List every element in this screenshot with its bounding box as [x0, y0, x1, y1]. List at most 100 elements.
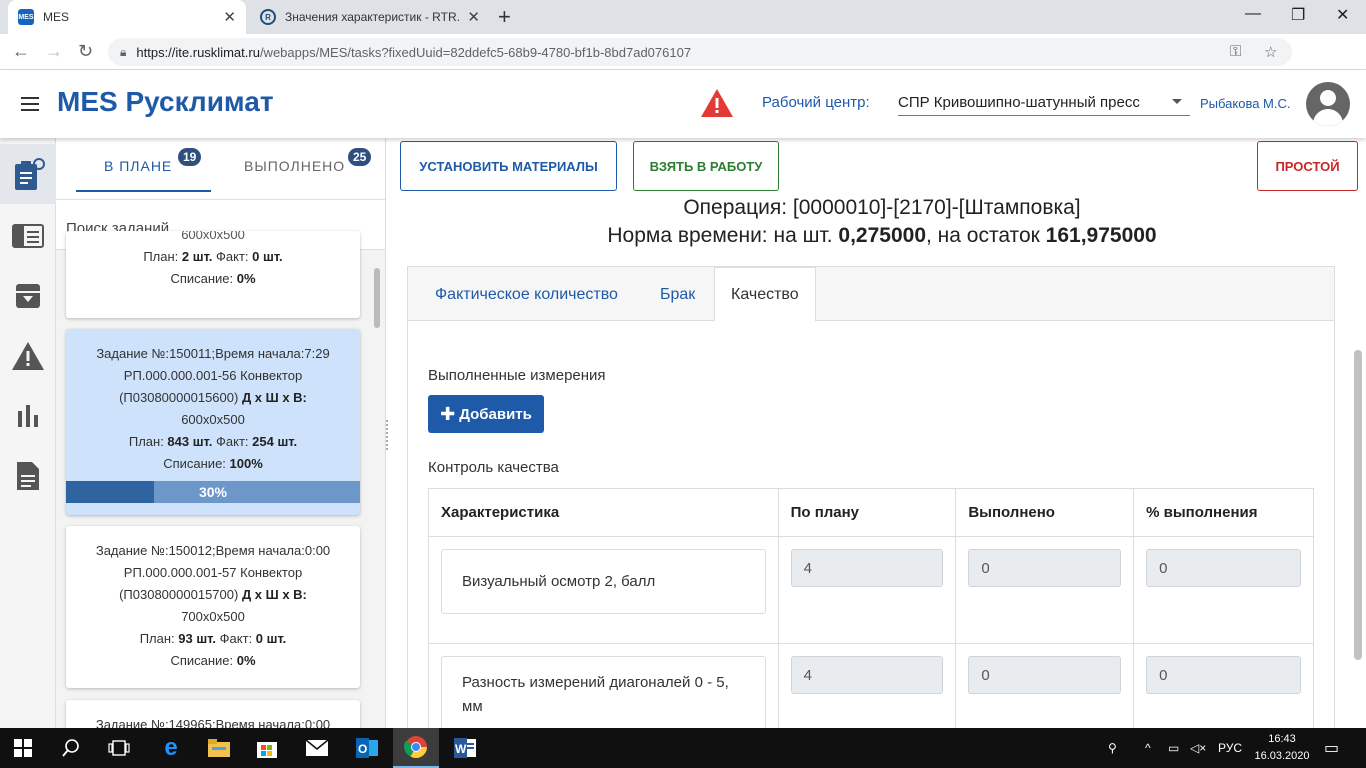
task-tabs: В ПЛАНЕ 19 ВЫПОЛНЕНО 25 — [56, 138, 385, 200]
task-card-selected[interactable]: Задание №:150011;Время начала:7:29 РП.00… — [66, 329, 360, 515]
os-taskbar: e O W ⚲ ^ ▭ ◁× РУС 16:43 16.03.2020 ▭ — [0, 728, 1366, 768]
key-icon[interactable]: ⚿ — [1230, 43, 1241, 60]
people-icon[interactable]: ⚲ — [1108, 728, 1117, 768]
lock-icon: 🔒︎ — [120, 44, 127, 59]
file-explorer-icon[interactable] — [196, 728, 242, 768]
browser-tab-mes[interactable]: MES MES ✕ — [8, 0, 246, 34]
task-progress-bar: 30% — [66, 481, 360, 503]
search-icon[interactable] — [48, 728, 94, 768]
progress-label: 30% — [198, 484, 228, 500]
table-header-row: Характеристика По плану Выполнено % выпо… — [428, 488, 1314, 537]
reload-icon[interactable]: ↻ — [78, 41, 93, 62]
svg-text:W: W — [455, 742, 467, 756]
progress-fill — [66, 481, 155, 503]
close-tab-icon[interactable]: ✕ — [223, 8, 236, 26]
edge-browser-icon[interactable]: e — [148, 728, 194, 768]
task-header-line: Задание №:150011;Время начала:7:29 — [96, 346, 330, 361]
maximize-icon[interactable]: ❐ — [1291, 5, 1305, 25]
task-plan-fact: План: 93 шт. Факт: 0 шт. — [139, 631, 287, 646]
done-value-field: 0 — [968, 656, 1122, 694]
warning-icon[interactable] — [700, 88, 734, 123]
chrome-icon[interactable] — [393, 728, 439, 768]
clock-date: 16.03.2020 — [1254, 750, 1310, 762]
task-card[interactable]: Задание №:150012;Время начала:0:00 РП.00… — [66, 526, 360, 688]
browser-tab-title: Значения характеристик - RTR. — [285, 10, 460, 24]
word-icon[interactable]: W — [442, 728, 488, 768]
done-value-field: 0 — [968, 549, 1122, 587]
hamburger-menu-icon[interactable] — [21, 97, 39, 111]
rtr-favicon-icon: R — [260, 9, 276, 25]
table-row: Визуальный осмотр 2, балл 4 0 0 — [428, 536, 1314, 644]
detail-tabs: Фактическое количество Брак Качество — [408, 267, 1334, 322]
mail-icon[interactable] — [294, 728, 340, 768]
browser-tab-rtr[interactable]: R Значения характеристик - RTR. ✕ — [250, 0, 490, 34]
system-clock[interactable]: 16:43 16.03.2020 — [1252, 731, 1312, 765]
user-name[interactable]: Рыбакова М.С. — [1200, 96, 1291, 111]
task-size: 600x0x500 — [181, 231, 245, 242]
avatar[interactable] — [1306, 82, 1350, 126]
done-measurements-label: Выполненные измерения — [428, 367, 606, 384]
store-icon[interactable] — [244, 728, 290, 768]
task-header-line: Задание №:150012;Время начала:0:00 — [95, 543, 331, 558]
volume-muted-icon[interactable]: ◁× — [1190, 728, 1206, 768]
add-measurement-button[interactable]: ✚ Добавить — [428, 395, 544, 433]
col-header-plan: По плану — [777, 488, 957, 537]
address-bar[interactable]: 🔒︎ https://ite.rusklimat.ru/webapps/MES/… — [108, 38, 1292, 66]
idle-button[interactable]: ПРОСТОЙ — [1257, 141, 1358, 191]
task-size: 700x0x500 — [181, 609, 245, 624]
tasks-clipboard-icon[interactable] — [0, 144, 56, 204]
window-close-icon[interactable]: ✕ — [1336, 5, 1349, 25]
operation-title: Операция: [0000010]-[2170]-[Штамповка] — [683, 196, 1081, 219]
notifications-icon[interactable]: ▭ — [1324, 728, 1339, 768]
url-host: https://ite.rusklimat.ru — [136, 44, 260, 60]
mes-favicon-icon: MES — [18, 9, 34, 25]
set-materials-button[interactable]: УСТАНОВИТЬ МАТЕРИАЛЫ — [400, 141, 617, 191]
minimize-icon[interactable]: — — [1245, 5, 1261, 23]
task-code: (П03080000015600) Д х Ш х В: — [119, 390, 307, 405]
url-path: /webapps/MES/tasks?fixedUuid=82ddefc5-68… — [259, 44, 692, 60]
table-row: Разность измерений диагоналей 0 - 5, мм … — [428, 643, 1314, 728]
panel-resize-handle[interactable] — [386, 420, 391, 450]
input-language[interactable]: РУС — [1218, 728, 1242, 768]
main-scrollbar[interactable] — [1354, 350, 1362, 660]
bar-chart-icon[interactable] — [0, 386, 56, 446]
alert-triangle-icon[interactable] — [0, 326, 56, 386]
windows-start-icon[interactable] — [0, 728, 46, 768]
task-product: РП.000.000.001-56 Конвектор — [123, 368, 303, 383]
chevron-down-icon — [1172, 99, 1182, 104]
tray-chevron-up-icon[interactable]: ^ — [1145, 728, 1151, 768]
active-tab-underline — [76, 190, 211, 192]
close-tab-icon[interactable]: ✕ — [467, 8, 480, 26]
plan-value-field: 4 — [790, 549, 944, 587]
percent-value-field: 0 — [1146, 656, 1301, 694]
task-list-scrollbar[interactable] — [374, 268, 380, 328]
task-code: (П03080000015700) Д х Ш х В: — [119, 587, 307, 602]
take-to-work-button[interactable]: ВЗЯТЬ В РАБОТУ — [633, 141, 779, 191]
bookmark-star-icon[interactable]: ☆ — [1264, 43, 1277, 61]
task-card[interactable]: 600x0x500 План: 2 шт. Факт: 0 шт. Списан… — [66, 231, 360, 318]
outlook-icon[interactable]: O — [344, 728, 390, 768]
tab-in-plan[interactable]: В ПЛАНЕ — [104, 158, 172, 174]
forward-icon[interactable]: → — [45, 41, 63, 62]
tab-quality[interactable]: Качество — [714, 267, 816, 322]
back-icon[interactable]: ← — [12, 41, 30, 62]
col-header-done: Выполнено — [955, 488, 1135, 537]
work-center-select[interactable]: СПР Кривошипно-шатунный пресс — [898, 90, 1190, 116]
document-icon[interactable] — [0, 446, 56, 506]
tab-done[interactable]: ВЫПОЛНЕНО — [244, 158, 345, 174]
tab-actual-quantity[interactable]: Фактическое количество — [435, 267, 618, 322]
plan-value-field: 4 — [790, 656, 944, 694]
work-center-label: Рабочий центр: — [762, 94, 870, 111]
side-nav-rail — [0, 138, 56, 728]
archive-download-icon[interactable] — [0, 266, 56, 326]
task-view-icon[interactable] — [96, 728, 142, 768]
browser-tab-title: MES — [43, 10, 70, 24]
network-icon[interactable]: ▭ — [1168, 728, 1179, 768]
task-detail-panel: УСТАНОВИТЬ МАТЕРИАЛЫ ВЗЯТЬ В РАБОТУ ПРОС… — [392, 138, 1366, 728]
col-header-percent: % выполнения — [1133, 488, 1314, 537]
task-card[interactable]: Задание №:149965;Время начала:0:00 — [66, 700, 360, 728]
new-tab-icon[interactable]: + — [498, 4, 511, 30]
tab-defect[interactable]: Брак — [660, 267, 695, 322]
panel-list-icon[interactable] — [0, 206, 56, 266]
done-count-badge: 25 — [348, 148, 372, 166]
